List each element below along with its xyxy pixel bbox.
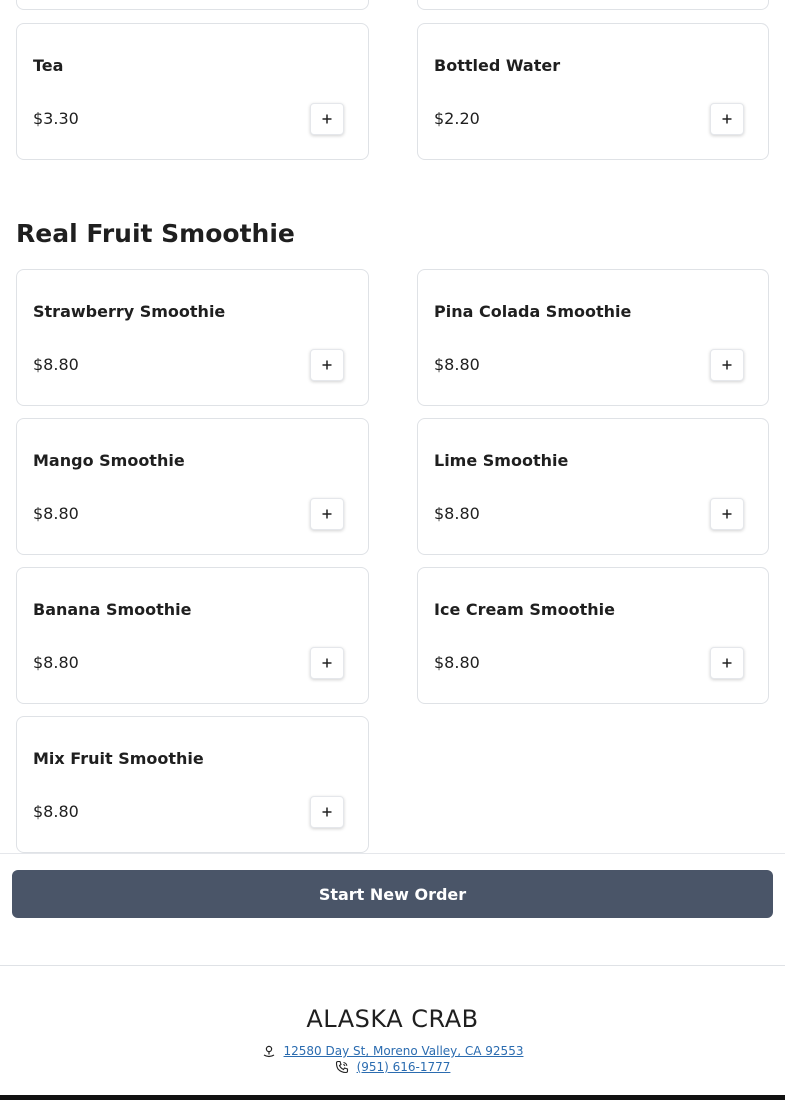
menu-item-card: Mango Smoothie $8.80: [16, 418, 369, 555]
menu-item-card: Bottled Water $2.20: [417, 23, 769, 160]
restaurant-name: ALASKA CRAB: [306, 1005, 479, 1033]
menu-item-card: Banana Smoothie $8.80: [16, 567, 369, 704]
menu-item-card: Tea $3.30: [16, 23, 369, 160]
menu-item-card-partial: [417, 0, 769, 10]
add-item-button[interactable]: [310, 349, 344, 381]
address-link[interactable]: 12580 Day St, Moreno Valley, CA 92553: [284, 1043, 524, 1059]
item-name: Mix Fruit Smoothie: [33, 749, 204, 768]
plus-icon: [322, 807, 332, 817]
item-name: Banana Smoothie: [33, 600, 192, 619]
plus-icon: [722, 509, 732, 519]
plus-icon: [322, 509, 332, 519]
item-name: Mango Smoothie: [33, 451, 185, 470]
menu-list[interactable]: Tea $3.30 Bottled Water $2.20 Real Fruit…: [0, 0, 785, 854]
phone-link[interactable]: (951) 616-1777: [357, 1059, 451, 1075]
item-price: $8.80: [434, 355, 480, 374]
menu-item-card-partial: [16, 0, 369, 10]
add-item-button[interactable]: [710, 498, 744, 530]
add-item-button[interactable]: [310, 103, 344, 135]
menu-item-card: Mix Fruit Smoothie $8.80: [16, 716, 369, 853]
add-item-button[interactable]: [310, 796, 344, 828]
plus-icon: [322, 114, 332, 124]
start-new-order-button[interactable]: Start New Order: [12, 870, 773, 918]
footer: ALASKA CRAB 12580 Day St, Moreno Valley,…: [0, 965, 785, 1095]
menu-item-card: Lime Smoothie $8.80: [417, 418, 769, 555]
menu-item-card: Strawberry Smoothie $8.80: [16, 269, 369, 406]
item-name: Bottled Water: [434, 56, 561, 75]
item-name: Ice Cream Smoothie: [434, 600, 615, 619]
item-price: $8.80: [33, 355, 79, 374]
address-line: 12580 Day St, Moreno Valley, CA 92553: [0, 1043, 785, 1059]
menu-item-card: Pina Colada Smoothie $8.80: [417, 269, 769, 406]
item-price: $2.20: [434, 109, 480, 128]
add-item-button[interactable]: [710, 349, 744, 381]
add-item-button[interactable]: [310, 498, 344, 530]
plus-icon: [722, 114, 732, 124]
plus-icon: [322, 360, 332, 370]
add-item-button[interactable]: [310, 647, 344, 679]
add-item-button[interactable]: [710, 103, 744, 135]
item-price: $8.80: [434, 504, 480, 523]
item-price: $8.80: [33, 504, 79, 523]
add-item-button[interactable]: [710, 647, 744, 679]
item-price: $8.80: [434, 653, 480, 672]
plus-icon: [722, 658, 732, 668]
phone-line: (951) 616-1777: [0, 1059, 785, 1075]
section-title: Real Fruit Smoothie: [16, 219, 295, 248]
item-name: Lime Smoothie: [434, 451, 569, 470]
menu-item-card: Ice Cream Smoothie $8.80: [417, 567, 769, 704]
phone-icon: [335, 1060, 348, 1074]
item-price: $3.30: [33, 109, 79, 128]
item-name: Strawberry Smoothie: [33, 302, 226, 321]
location-pin-icon: [263, 1045, 274, 1058]
item-price: $8.80: [33, 653, 79, 672]
item-name: Tea: [33, 56, 64, 75]
plus-icon: [322, 658, 332, 668]
bottom-edge-bar: [0, 1095, 785, 1100]
plus-icon: [722, 360, 732, 370]
item-price: $8.80: [33, 802, 79, 821]
order-bar: Start New Order: [0, 853, 785, 965]
item-name: Pina Colada Smoothie: [434, 302, 632, 321]
